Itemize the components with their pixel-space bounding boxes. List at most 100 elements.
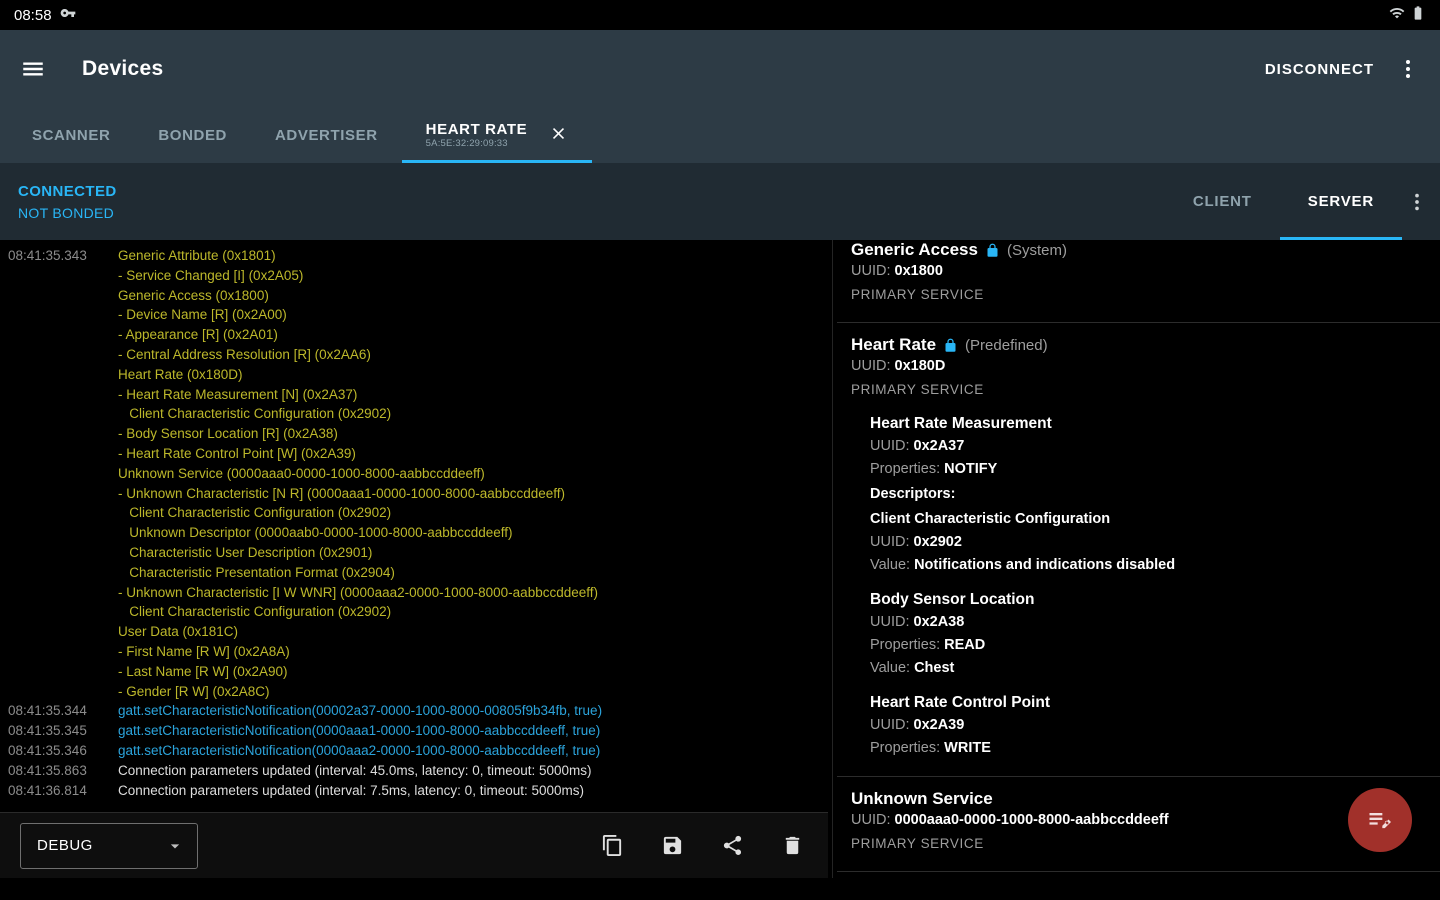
uuid-label: UUID:	[870, 438, 914, 454]
log-line: 08:41:35.345 gatt.setCharacteristicNotifi…	[8, 721, 824, 741]
log-line: Heart Rate (0x180D)	[8, 365, 824, 385]
log-message: Generic Access (0x1800)	[118, 287, 269, 303]
app-bar: Devices DISCONNECT	[0, 30, 1440, 108]
log-line: Unknown Service (0000aaa0-0000-1000-8000…	[8, 464, 824, 484]
tab-server[interactable]: SERVER	[1279, 163, 1403, 240]
log-timestamp	[8, 503, 118, 523]
service-item[interactable]: Generic Access (System) UUID: 0x1800 PRIMAR…	[837, 240, 1440, 322]
service-type: PRIMARY SERVICE	[851, 836, 984, 851]
service-name: Heart Rate	[851, 335, 937, 354]
tab-advertiser[interactable]: ADVERTISER	[251, 108, 402, 163]
log-line: Client Characteristic Configuration (0x2…	[8, 602, 824, 622]
log-timestamp	[8, 305, 118, 325]
tab-client[interactable]: CLIENT	[1165, 163, 1280, 240]
attribute-row: UUID: 0x180D	[851, 355, 1424, 378]
properties-value: READ	[944, 637, 986, 653]
log-timestamp	[8, 622, 118, 642]
uuid-value: 0x2A38	[913, 614, 965, 630]
characteristic-item[interactable]: Body Sensor Location UUID: 0x2A38 Properti…	[870, 588, 1424, 680]
battery-icon	[1410, 5, 1426, 25]
share-log-icon[interactable]	[721, 834, 744, 857]
properties-value: NOTIFY	[944, 461, 998, 477]
service-title-row: Generic Access (System)	[851, 240, 1424, 260]
tab-label: SCANNER	[32, 127, 111, 144]
overflow-menu-icon[interactable]	[1396, 57, 1420, 81]
disconnect-button[interactable]: DISCONNECT	[1265, 61, 1374, 78]
service-origin-badge: (System)	[1006, 241, 1067, 259]
log-timestamp: 08:41:35.345	[8, 723, 87, 739]
tab-label: ADVERTISER	[274, 127, 378, 144]
log-timestamp	[8, 444, 118, 464]
properties-label: Properties:	[870, 740, 945, 756]
log-line: 08:41:35.346 gatt.setCharacteristicNotifi…	[8, 741, 824, 761]
log-message: - Unknown Characteristic [I W WNR] (0000…	[118, 584, 598, 600]
log-timestamp	[8, 266, 118, 286]
log-timestamp	[8, 523, 118, 543]
log-timestamp: 08:41:35.344	[8, 703, 87, 719]
characteristic-name: Heart Rate Control Point	[870, 694, 1050, 711]
log-message: - Heart Rate Measurement [N] (0x2A37)	[118, 386, 358, 402]
uuid-label: UUID:	[851, 812, 895, 828]
edit-server-fab[interactable]	[1348, 788, 1412, 852]
log-line: - Central Address Resolution [R] (0x2AA6…	[8, 345, 824, 365]
log-message: - Appearance [R] (0x2A01)	[118, 327, 278, 343]
menu-icon[interactable]	[20, 56, 46, 82]
characteristic-item[interactable]: Heart Rate Measurement UUID: 0x2A37 Proper…	[870, 412, 1424, 577]
log-line: - Heart Rate Measurement [N] (0x2A37)	[8, 385, 824, 405]
attribute-row: UUID: 0000aaa0-0000-1000-8000-aabbccddee…	[851, 809, 1424, 832]
close-tab-icon[interactable]	[549, 124, 568, 147]
tab-scanner[interactable]: SCANNER	[8, 108, 134, 163]
bond-status: NOT BONDED	[18, 204, 115, 221]
service-origin-badge: (Predefined)	[965, 336, 1048, 354]
attribute-row: UUID: 0x1800	[851, 260, 1424, 283]
log-timestamp	[8, 563, 118, 583]
service-item[interactable]: User Data	[837, 872, 1440, 878]
server-overflow-menu-icon[interactable]	[1402, 163, 1440, 240]
log-line: - Device Name [R] (0x2A00)	[8, 305, 824, 325]
log-timestamp: 08:41:35.343	[8, 248, 87, 263]
tab-label: HEART RATE	[425, 121, 528, 139]
log-line: 08:41:35.863 Connection parameters update…	[8, 761, 824, 781]
log-message: - Central Address Resolution [R] (0x2AA6…	[118, 346, 371, 362]
properties-label: Properties:	[870, 637, 945, 653]
log-message: Client Characteristic Configuration (0x2…	[118, 406, 392, 422]
uuid-value: 0000aaa0-0000-1000-8000-aabbccddeeff	[894, 812, 1169, 828]
log-line: - Last Name [R W] (0x2A90)	[8, 662, 824, 682]
server-list: Generic Access (System) UUID: 0x1800 PRIMAR…	[837, 240, 1440, 878]
service-type: PRIMARY SERVICE	[851, 382, 984, 397]
log-timestamp	[8, 602, 118, 622]
copy-log-icon[interactable]	[601, 834, 624, 857]
log-line: 08:41:36.814 Connection parameters update…	[8, 781, 824, 801]
connection-status: CONNECTED	[18, 182, 117, 200]
lock-icon	[943, 338, 958, 353]
key-icon	[60, 5, 76, 25]
tab-heart-rate[interactable]: HEART RATE 5A:5E:32:29:09:33	[401, 108, 593, 163]
service-name: Unknown Service	[851, 789, 993, 808]
log-timestamp	[8, 682, 118, 702]
log-message: Generic Attribute (0x1801)	[118, 248, 276, 263]
characteristic-name: Heart Rate Measurement	[870, 415, 1052, 432]
clear-log-icon[interactable]	[781, 834, 804, 857]
log-lines[interactable]: 08:41:35.343 Generic Attribute (0x1801) - …	[0, 240, 828, 812]
attribute-row: Value: Chest	[870, 657, 1424, 680]
value-label: Value:	[870, 660, 915, 676]
log-message: gatt.setCharacteristicNotification(00002…	[118, 703, 603, 719]
uuid-label: UUID:	[851, 263, 895, 279]
uuid-value: 0x180D	[894, 358, 946, 374]
chevron-down-icon	[170, 843, 180, 848]
tab-device-address: 5A:5E:32:29:09:33	[425, 137, 508, 149]
log-line: Characteristic User Description (0x2901)	[8, 543, 824, 563]
characteristic-item[interactable]: Heart Rate Control Point UUID: 0x2A39 Prop…	[870, 691, 1424, 760]
log-line: 08:41:35.343 Generic Attribute (0x1801)	[8, 246, 824, 266]
tab-bonded[interactable]: BONDED	[134, 108, 251, 163]
save-log-icon[interactable]	[661, 834, 684, 857]
log-level-selector[interactable]: DEBUG	[20, 822, 198, 869]
uuid-value: 0x1800	[894, 263, 943, 279]
attribute-row: Properties: NOTIFY	[870, 458, 1424, 481]
log-timestamp	[8, 642, 118, 662]
android-nav-bar	[0, 878, 1440, 900]
log-line: Characteristic Presentation Format (0x29…	[8, 563, 824, 583]
service-item[interactable]: Heart Rate (Predefined) UUID: 0x180D PRIMAR…	[837, 323, 1440, 776]
log-message: - Device Name [R] (0x2A00)	[118, 307, 287, 323]
log-timestamp	[8, 484, 118, 504]
